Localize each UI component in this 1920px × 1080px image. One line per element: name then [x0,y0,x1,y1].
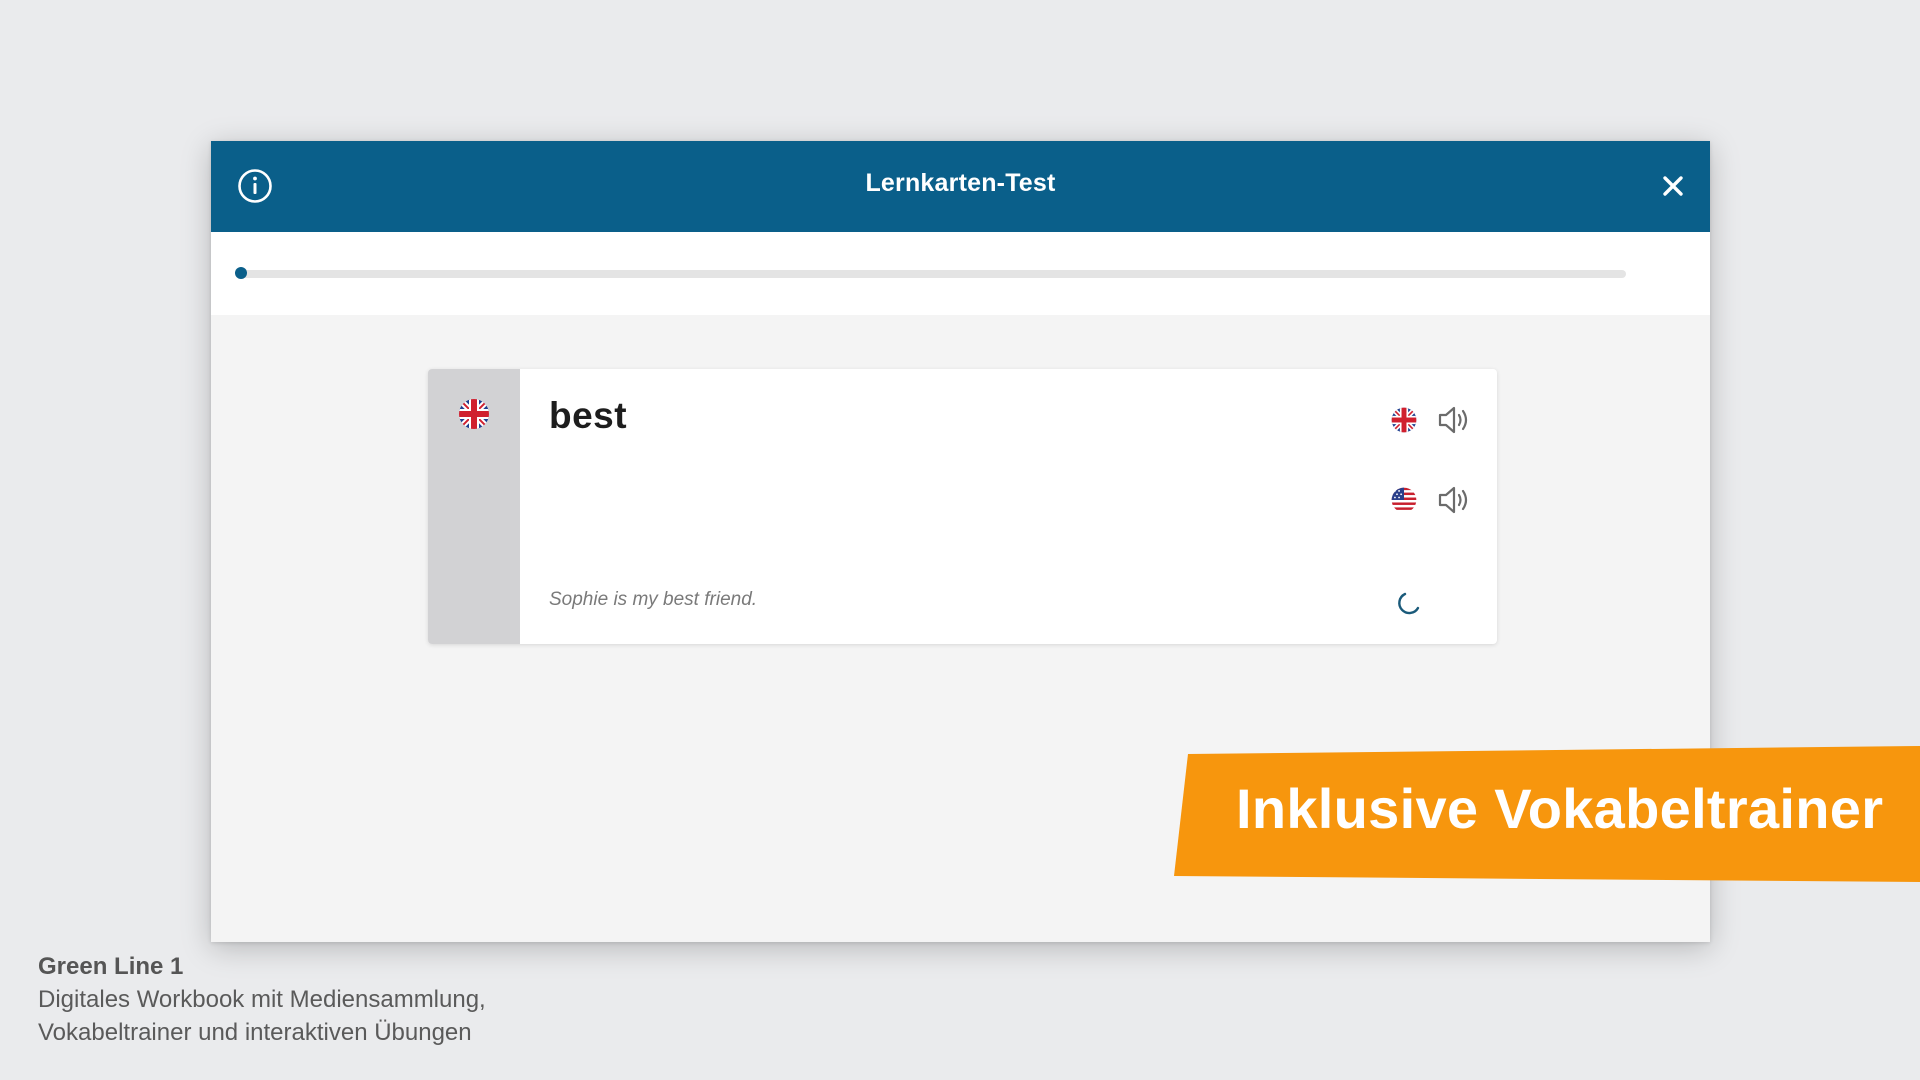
progress-area [211,232,1710,315]
promo-banner: Inklusive Vokabeltrainer [1174,746,1920,882]
example-sentence: Sophie is my best friend. [549,589,758,610]
page: Lernkarten-Test best Sophie is my best f… [0,0,1920,1080]
vocabulary-word: best [549,395,628,436]
uk-pronunciation [1390,403,1480,437]
us-flag-icon [1391,487,1417,513]
card-language-strip [428,369,520,644]
close-icon[interactable] [1658,171,1688,201]
us-pronunciation [1390,483,1480,517]
speaker-icon[interactable] [1436,403,1474,437]
progress-indicator [235,267,247,279]
caption-line: Digitales Workbook mit Mediensammlung, [38,986,486,1013]
uk-flag-icon [1391,407,1417,433]
loading-spinner-icon [1398,592,1420,615]
product-caption: Green Line 1 Digitales Workbook mit Medi… [38,950,486,1049]
caption-title: Green Line 1 [38,953,184,980]
banner-text: Inklusive Vokabeltrainer [1236,777,1884,840]
speaker-icon[interactable] [1436,483,1474,517]
flashcard[interactable]: best Sophie is my best friend. [428,369,1497,644]
modal-title: Lernkarten-Test [865,169,1056,197]
caption-line: Vokabeltrainer und interaktiven Übungen [38,1019,472,1046]
modal-header: Lernkarten-Test [211,141,1710,232]
uk-flag-icon [457,397,491,431]
progress-bar [241,270,1626,278]
